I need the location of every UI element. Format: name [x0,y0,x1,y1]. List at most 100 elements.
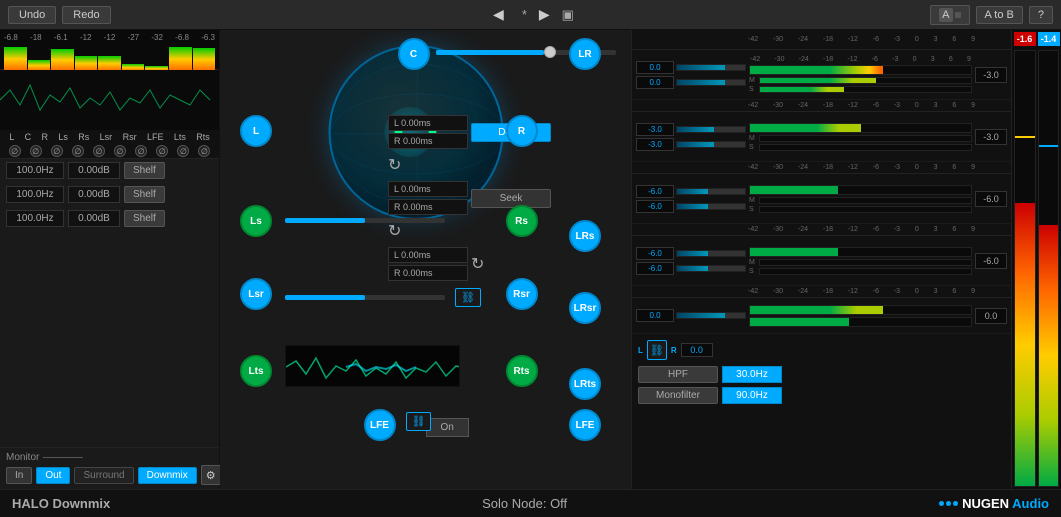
ab-to-b-button[interactable]: A to B [976,6,1023,24]
node-c-top[interactable]: C [398,38,430,70]
node-lrsr[interactable]: LRsr [569,292,601,324]
node-l[interactable]: L [240,115,272,147]
fader-track-2-r[interactable] [676,141,746,148]
lfe-on-btn[interactable]: On [426,418,469,437]
node-lrts[interactable]: LRts [569,368,601,400]
fader-fill-1-l [677,65,725,70]
phase-r[interactable]: ∅ [51,145,63,157]
lr-link-icon[interactable]: ⛓ [647,340,667,360]
node-lfe[interactable]: LFE [364,409,396,441]
play-icon[interactable]: ▶ [539,6,550,23]
node-rts[interactable]: Rts [506,355,538,387]
phase-rs[interactable]: ∅ [93,145,105,157]
monitor-surround-btn[interactable]: Surround [74,467,133,484]
shelf-btn-1[interactable]: Shelf [124,162,165,179]
monitor-downmix-btn[interactable]: Downmix [138,467,197,484]
lsr-link-icon[interactable]: ⛓ [455,288,481,307]
node-lr[interactable]: LR [569,38,601,70]
fader-track-4-l[interactable] [676,250,746,257]
help-button[interactable]: ? [1029,6,1053,24]
meter-s-fill-1 [760,87,844,92]
scale-m12: -12 [848,36,858,43]
meter-scale-4: -42-30-24-18-12-6-30369 [746,226,977,233]
s-label-2: S [749,144,757,151]
fader-col-3: -6.0 -6.0 [636,185,746,213]
lr-value[interactable] [681,343,713,357]
shelf-btn-3[interactable]: Shelf [124,210,165,227]
phase-c[interactable]: ∅ [30,145,42,157]
monitor-in-btn[interactable]: In [6,467,32,484]
lr-link-row: L ⛓ R [638,338,1005,362]
hpf-btn[interactable]: HPF [638,366,718,383]
fader-4-r: -6.0 [636,262,746,275]
monofilter-freq[interactable]: 90.0Hz [722,387,782,404]
peak-col-1: -3.0 [975,67,1007,83]
meter-s-2 [759,144,972,151]
seek-btn[interactable]: Seek [471,189,551,208]
node-rsr[interactable]: Rsr [506,278,538,310]
node-lsr[interactable]: Lsr [240,278,272,310]
ab-selector[interactable]: A [930,5,969,25]
db-label-6: -27 [128,33,140,42]
shelf-freq-1[interactable] [6,162,64,179]
prev-arrow[interactable]: ◀ [487,6,510,23]
meter-scale-5: -42-30-24-18-12-6-30369 [746,288,977,295]
fader-track-3-l[interactable] [676,188,746,195]
fader-val-1-r: 0.0 [636,76,674,89]
phase-l[interactable]: ∅ [9,145,21,157]
monofilter-btn[interactable]: Monofilter [638,387,718,404]
loop-icon-1[interactable]: ↻ [388,155,551,175]
phase-lsr[interactable]: ∅ [114,145,126,157]
hpf-freq[interactable]: 30.0Hz [722,366,782,383]
peak-1: -3.0 [975,67,1007,83]
node-ls[interactable]: Ls [240,205,272,237]
node-rs[interactable]: Rs [506,205,538,237]
lfe-link-icon[interactable]: ⛓ [406,412,432,431]
left-spacer [0,231,219,447]
fader-track-1-r[interactable] [676,79,746,86]
shelf-btn-2[interactable]: Shelf [124,186,165,203]
lsr-slider[interactable] [285,295,445,300]
shelf-freq-2[interactable] [6,186,64,203]
redo-button[interactable]: Redo [62,6,110,24]
s-label-4: S [749,268,757,275]
fader-track-1-l[interactable] [676,64,746,71]
phase-lfe[interactable]: ∅ [156,145,168,157]
meter-bar-row-4-s: S [749,268,972,275]
center-dot: * [522,7,527,22]
phase-rts[interactable]: ∅ [198,145,210,157]
scale-0: 0 [915,36,919,43]
phase-ls[interactable]: ∅ [72,145,84,157]
spectrum-labels: -6.8 -18 -6.1 -12 -12 -27 -32 -6.8 -6.3 [2,32,217,43]
fader-track-2-l[interactable] [676,126,746,133]
settings-gear[interactable]: ⚙ [201,465,221,485]
r-delay-1: R 0.00ms [388,133,468,149]
ms-label-3: M [749,197,757,204]
monitor-out-btn[interactable]: Out [36,467,70,484]
meter-ms-3 [759,197,972,204]
node-lts[interactable]: Lts [240,355,272,387]
spectrum-bars [2,43,217,71]
shelf-gain-2[interactable] [68,186,120,203]
node-r[interactable]: R [506,115,538,147]
shelf-gain-1[interactable] [68,162,120,179]
fader-track-3-r[interactable] [676,203,746,210]
undo-button[interactable]: Undo [8,6,56,24]
phase-rsr[interactable]: ∅ [135,145,147,157]
monofilter-row: Monofilter 90.0Hz [638,387,1005,404]
shelf-gain-3[interactable] [68,210,120,227]
left-panel: -6.8 -18 -6.1 -12 -12 -27 -32 -6.8 -6.3 [0,30,220,489]
record-icon[interactable]: ▣ [562,7,574,23]
loop-icon-3[interactable]: ↻ [471,254,484,274]
meter-scale-labels: -42 -30 -24 -18 -12 -6 -3 0 3 6 9 [746,36,977,43]
db-label-1: -6.8 [4,33,18,42]
shelf-freq-3[interactable] [6,210,64,227]
fader-track-5[interactable] [676,312,746,319]
node-lfe-right[interactable]: LFE [569,409,601,441]
fader-track-4-r[interactable] [676,265,746,272]
audio-text: Audio [1012,496,1049,511]
node-lrs[interactable]: LRs [569,220,601,252]
master-peak-line-r [1039,145,1059,147]
phase-lts[interactable]: ∅ [177,145,189,157]
monitor-label: Monitor [6,452,39,463]
